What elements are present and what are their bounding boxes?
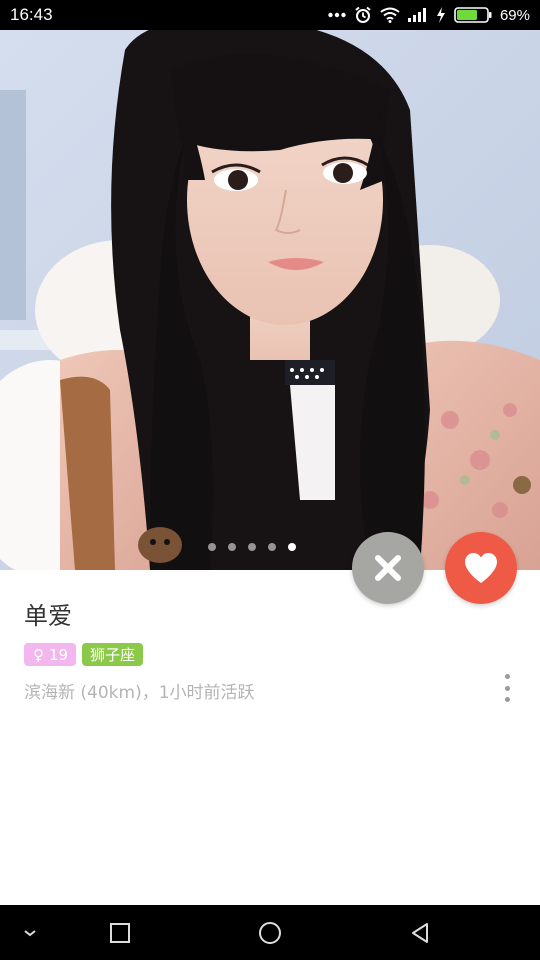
pager-dot: [268, 543, 276, 551]
close-icon: [375, 555, 401, 581]
status-bar: 16:43 69%: [0, 0, 540, 30]
pager-dot: [228, 543, 236, 551]
location-activity: 滨海新 (40km)，1小时前活跃: [24, 683, 255, 703]
zodiac-tag: 狮子座: [82, 643, 144, 666]
status-icons: 69%: [328, 6, 530, 24]
nav-back-button[interactable]: [390, 905, 450, 960]
nav-home-button[interactable]: [240, 905, 300, 960]
more-vertical-icon: [504, 674, 510, 679]
alarm-icon: [355, 6, 371, 23]
heart-icon: [465, 553, 497, 583]
chevron-down-icon: [24, 929, 36, 936]
status-time: 16:43: [10, 5, 53, 24]
screen: 16:43 69% 单爱 ♀ 19 狮子座 滨海新 (40km)，1小时前活跃: [0, 0, 540, 960]
like-button[interactable]: [445, 532, 517, 604]
more-options-button[interactable]: [500, 674, 514, 702]
gender-age-tag: ♀ 19: [24, 643, 77, 666]
profile-photo[interactable]: [0, 30, 540, 570]
wifi-icon: [380, 7, 400, 23]
age-value: 19: [49, 645, 69, 664]
signal-icon: [407, 8, 426, 22]
navigation-bar: [0, 905, 540, 960]
dislike-button[interactable]: [352, 532, 424, 604]
pager-dot-active: [288, 543, 296, 551]
profile-info: 单爱 ♀ 19 狮子座 滨海新 (40km)，1小时前活跃: [24, 596, 516, 703]
battery-icon: [454, 7, 492, 23]
profile-name: 单爱: [24, 602, 72, 630]
female-icon: ♀: [33, 645, 44, 664]
more-dots-icon: [328, 12, 346, 18]
charging-icon: [436, 7, 445, 23]
circle-icon: [259, 921, 281, 944]
nav-recent-button[interactable]: [90, 905, 150, 960]
profile-tags: ♀ 19 狮子座: [24, 643, 516, 666]
square-icon: [110, 922, 130, 943]
pager-dot: [248, 543, 256, 551]
profile-photo-image: [0, 30, 540, 570]
pager-dot: [208, 543, 216, 551]
nav-collapse-button[interactable]: [0, 905, 60, 960]
back-triangle-icon: [412, 922, 428, 943]
photo-pager: [208, 543, 296, 551]
battery-text: 69%: [499, 6, 530, 24]
